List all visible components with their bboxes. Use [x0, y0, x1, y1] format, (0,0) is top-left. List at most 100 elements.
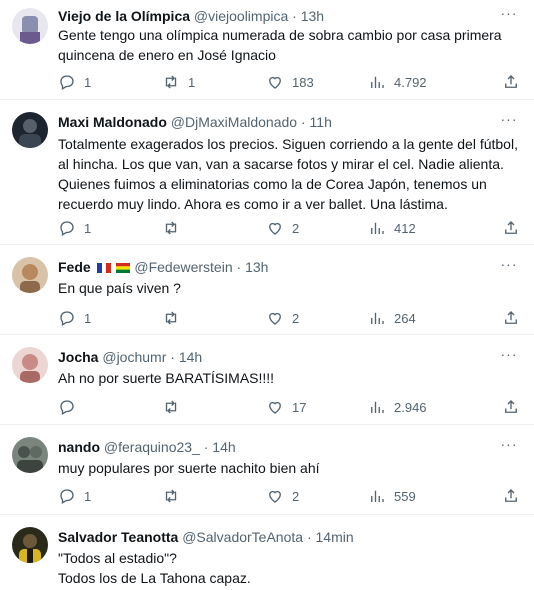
- author-name[interactable]: Maxi Maldonado: [58, 114, 167, 130]
- retweet-button[interactable]: [162, 486, 188, 506]
- share-icon: [505, 221, 517, 234]
- like-button[interactable]: 17: [266, 397, 306, 417]
- separator-dot: ·: [203, 439, 209, 455]
- action-bar: 1 2 264: [58, 308, 520, 328]
- timestamp[interactable]: 13h: [245, 259, 268, 275]
- avatar[interactable]: [12, 527, 48, 563]
- separator-dot: ·: [236, 259, 242, 275]
- author-handle[interactable]: @DjMaxiMaldonado: [171, 114, 297, 130]
- author-handle[interactable]: @Fedewerstein: [134, 259, 232, 275]
- avatar-image: [12, 527, 48, 563]
- more-icon[interactable]: ···: [498, 347, 520, 365]
- action-bar: 1 2 412: [58, 218, 520, 238]
- avatar[interactable]: [12, 437, 48, 473]
- views-button[interactable]: 264: [368, 308, 416, 328]
- like-count: 2: [292, 310, 300, 326]
- author-name[interactable]: Viejo de la Olímpica: [58, 8, 190, 24]
- reply-count: 1: [84, 488, 92, 504]
- share-button[interactable]: [502, 486, 520, 506]
- tweet-header: Salvador Teanotta @SalvadorTeAnota · 14m…: [58, 527, 494, 547]
- share-button[interactable]: [502, 308, 520, 328]
- avatar[interactable]: [12, 8, 48, 44]
- tweet-header: nando @feraquino23_ · 14h: [58, 437, 494, 457]
- reply-button[interactable]: [58, 397, 84, 417]
- timestamp[interactable]: 11h: [310, 114, 332, 130]
- share-button[interactable]: [502, 218, 520, 238]
- like-button[interactable]: 2: [266, 218, 299, 238]
- like-count: 2: [292, 488, 300, 504]
- retweet-count: 1: [188, 74, 196, 90]
- author-handle[interactable]: @viejoolimpica: [194, 8, 288, 24]
- retweet-icon: [165, 75, 177, 89]
- more-icon[interactable]: ···: [498, 437, 520, 455]
- reply-button[interactable]: 1: [58, 486, 91, 506]
- author-name[interactable]: Salvador Teanotta: [58, 529, 178, 545]
- share-button[interactable]: [502, 72, 520, 92]
- share-icon: [505, 400, 517, 413]
- tweet-text: En que país viven ?: [58, 280, 181, 296]
- retweet-button[interactable]: [162, 308, 188, 328]
- reply-count: 1: [84, 310, 92, 326]
- timestamp[interactable]: 14h: [179, 349, 202, 365]
- author-handle[interactable]: @feraquino23_: [104, 439, 200, 455]
- views-count: 4.792: [394, 74, 427, 90]
- separator-dot: ·: [292, 8, 297, 24]
- like-button[interactable]: 2: [266, 486, 299, 506]
- tweet[interactable]: Salvador Teanotta @SalvadorTeAnota · 14m…: [0, 515, 534, 590]
- author-name[interactable]: Fede: [58, 259, 91, 275]
- timestamp[interactable]: 13h: [301, 8, 324, 24]
- share-button[interactable]: [502, 397, 520, 417]
- reply-button[interactable]: 1: [58, 308, 91, 328]
- tweet[interactable]: nando @feraquino23_ · 14h ··· muy popula…: [0, 425, 534, 515]
- like-button[interactable]: 2: [266, 308, 299, 328]
- action-bar: 1 1 183 4.792: [58, 72, 520, 92]
- more-icon[interactable]: ···: [498, 6, 520, 24]
- separator-dot: ·: [300, 114, 306, 130]
- reply-button[interactable]: 1: [58, 218, 91, 238]
- timestamp[interactable]: 14h: [212, 439, 235, 455]
- separator-dot: ·: [306, 529, 312, 545]
- reply-icon: [60, 311, 74, 326]
- views-count: 264: [394, 310, 416, 326]
- views-icon: [371, 312, 384, 324]
- tweet[interactable]: Viejo de la Olímpica @viejoolimpica · 13…: [0, 0, 534, 100]
- share-icon: [505, 75, 517, 88]
- more-icon[interactable]: ···: [498, 112, 520, 130]
- avatar-image: [12, 347, 48, 383]
- retweet-icon: [165, 400, 177, 414]
- avatar-image: [12, 257, 48, 293]
- like-button[interactable]: 183: [266, 72, 314, 92]
- reply-icon: [60, 221, 74, 236]
- author-handle[interactable]: @SalvadorTeAnota: [182, 529, 303, 545]
- retweet-button[interactable]: 1: [162, 72, 195, 92]
- retweet-icon: [165, 221, 177, 235]
- retweet-button[interactable]: [162, 218, 188, 238]
- more-icon[interactable]: ···: [498, 257, 520, 275]
- tweet-header: Jocha @jochumr · 14h: [58, 347, 494, 367]
- views-icon: [371, 401, 384, 413]
- views-button[interactable]: 412: [368, 218, 416, 238]
- avatar[interactable]: [12, 257, 48, 293]
- author-name[interactable]: Jocha: [58, 349, 98, 365]
- tweet[interactable]: Fede @Fedewerstein · 13h ··· En que país…: [0, 245, 534, 335]
- avatar-image: [12, 437, 48, 473]
- views-button[interactable]: 2.946: [368, 397, 427, 417]
- timestamp[interactable]: 14min: [316, 529, 354, 545]
- views-button[interactable]: 4.792: [368, 72, 427, 92]
- author-handle[interactable]: @jochumr: [102, 349, 166, 365]
- views-button[interactable]: 559: [368, 486, 416, 506]
- reply-button[interactable]: 1: [58, 72, 91, 92]
- action-bar: 1 2 559: [58, 486, 520, 506]
- views-icon: [371, 222, 384, 234]
- views-icon: [371, 76, 384, 88]
- retweet-button[interactable]: [162, 397, 188, 417]
- avatar[interactable]: [12, 347, 48, 383]
- separator-dot: ·: [170, 349, 175, 365]
- tweet[interactable]: Maxi Maldonado @DjMaxiMaldonado · 11h ··…: [0, 100, 534, 245]
- like-icon: [269, 76, 281, 89]
- tweet[interactable]: Jocha @jochumr · 14h ··· Ah no por suert…: [0, 335, 534, 425]
- author-name[interactable]: nando: [58, 439, 100, 455]
- replies-feed: Viejo de la Olímpica @viejoolimpica · 13…: [0, 0, 534, 590]
- avatar[interactable]: [12, 112, 48, 148]
- reply-count: 1: [84, 74, 92, 90]
